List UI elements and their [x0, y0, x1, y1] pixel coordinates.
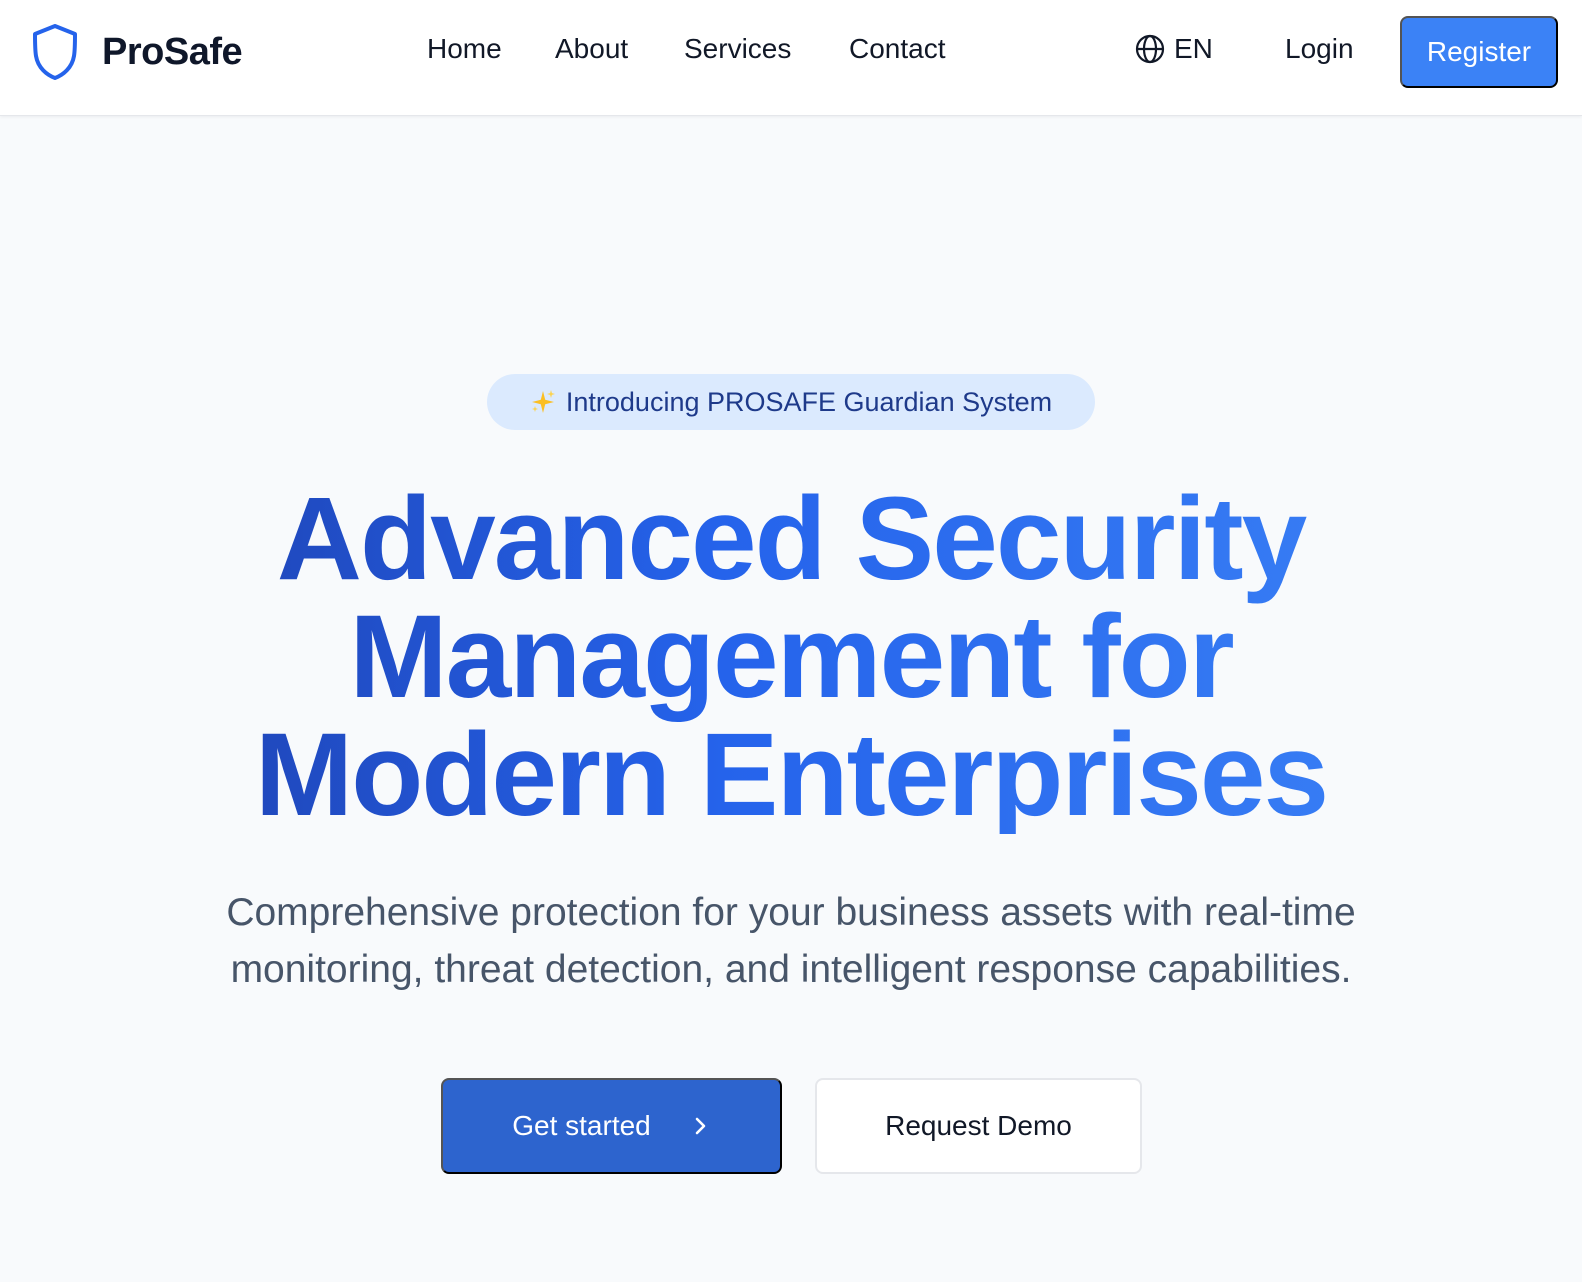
headline-line: Modern Enterprises — [254, 709, 1328, 841]
nav-link-home[interactable]: Home — [427, 33, 502, 65]
hero-description: Comprehensive protection for your busine… — [91, 884, 1491, 998]
sparkles-icon — [531, 390, 555, 413]
language-label: EN — [1174, 33, 1213, 64]
top-navbar: ProSafe Home About Services Contact EN L… — [0, 0, 1582, 116]
nav-link-services[interactable]: Services — [684, 33, 791, 65]
get-started-label: Get started — [512, 1110, 651, 1141]
get-started-button[interactable]: Get started — [441, 1078, 782, 1174]
request-demo-button[interactable]: Request Demo — [815, 1078, 1142, 1174]
login-link[interactable]: Login — [1285, 33, 1354, 65]
announcement-badge[interactable]: Introducing PROSAFE Guardian System — [487, 374, 1095, 430]
headline-line: Management for — [349, 591, 1233, 723]
description-line: monitoring, threat detection, and intell… — [230, 948, 1352, 991]
globe-icon — [1135, 34, 1165, 64]
nav-link-about[interactable]: About — [555, 33, 628, 65]
hero-headline: Advanced Security Management for Modern … — [100, 480, 1482, 834]
announcement-text: Introducing PROSAFE Guardian System — [565, 386, 1053, 417]
chevron-right-icon — [695, 1117, 706, 1135]
headline-line: Advanced Security — [276, 473, 1306, 605]
register-button[interactable]: Register — [1400, 16, 1558, 88]
nav-link-contact[interactable]: Contact — [849, 33, 946, 65]
description-line: Comprehensive protection for your busine… — [226, 891, 1356, 934]
language-selector[interactable]: EN — [1134, 33, 1213, 65]
